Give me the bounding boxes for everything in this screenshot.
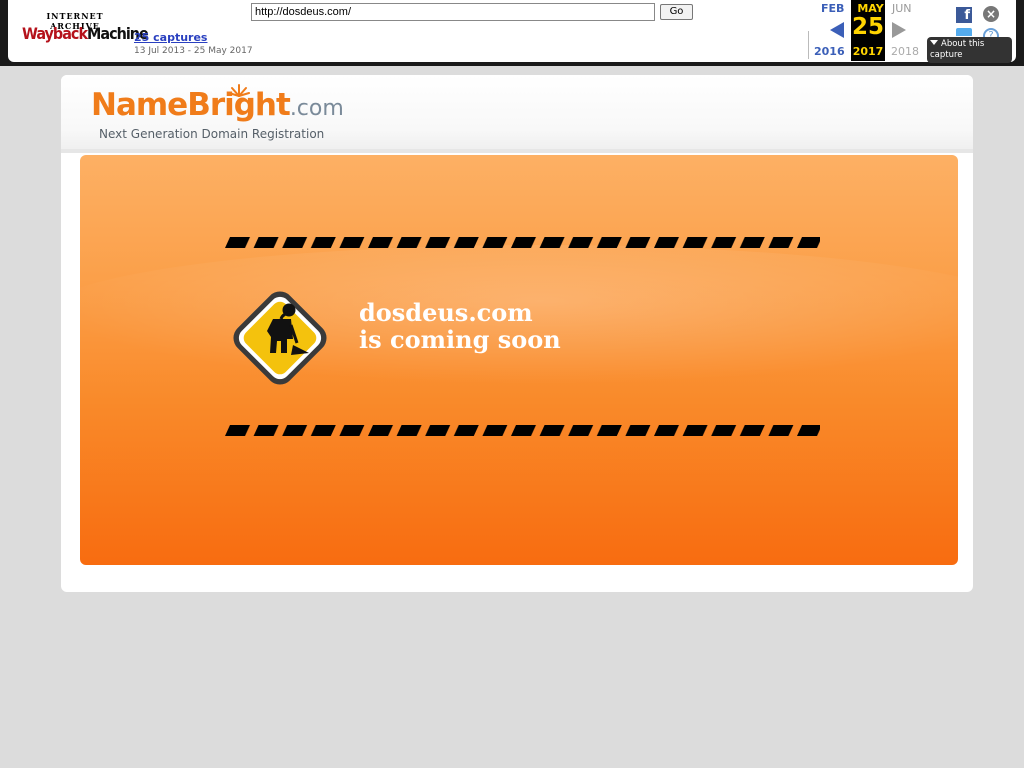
site-header: NameBright.com Next Generation Domain Re… [61, 75, 973, 153]
twitter-icon[interactable] [956, 28, 972, 36]
prev-year-link[interactable]: 2016 [814, 45, 845, 58]
next-year: 2018 [891, 45, 919, 58]
coming-soon-panel: dosdeus.com is coming soon [80, 155, 958, 565]
url-input[interactable] [251, 3, 655, 21]
about-capture-button[interactable]: About this capture [927, 37, 1012, 63]
chevron-down-icon [930, 40, 938, 45]
capture-date-range: 13 Jul 2013 - 25 May 2017 [134, 46, 253, 56]
wayback-logo[interactable]: INTERNET ARCHIVE WaybackMachine [20, 10, 149, 48]
brand-name: NameBright.com [91, 87, 344, 123]
next-month: JUN [892, 2, 912, 15]
headline-text: is coming soon [359, 325, 561, 354]
prev-month-link[interactable]: FEB [821, 2, 844, 15]
page-card: NameBright.com Next Generation Domain Re… [61, 75, 973, 592]
construction-sign-icon [233, 291, 327, 385]
caution-stripe-bottom [225, 425, 820, 436]
arrow-right-icon [892, 22, 906, 38]
arrow-left-icon[interactable] [830, 22, 844, 38]
captures-link[interactable]: 25 captures [134, 31, 207, 44]
capture-sparkline[interactable] [258, 31, 809, 59]
headline-domain: dosdeus.com [359, 298, 533, 327]
coming-soon-headline: dosdeus.com is coming soon [359, 299, 561, 353]
wayback-toolbar: INTERNET ARCHIVE WaybackMachine Go 25 ca… [0, 0, 1024, 66]
facebook-icon[interactable]: f [956, 7, 972, 23]
go-button[interactable]: Go [660, 4, 693, 20]
brand-tagline: Next Generation Domain Registration [99, 127, 325, 141]
header-divider [61, 149, 973, 153]
current-day: 25 [851, 14, 884, 40]
current-year: 2017 [852, 45, 884, 58]
about-capture-label: About this capture [930, 39, 985, 60]
namebright-logo[interactable]: NameBright.com Next Generation Domain Re… [91, 84, 344, 145]
close-icon[interactable]: × [983, 6, 999, 22]
caution-stripe-top [225, 237, 820, 248]
wayback-logo-wordmark: WaybackMachine [22, 24, 149, 43]
